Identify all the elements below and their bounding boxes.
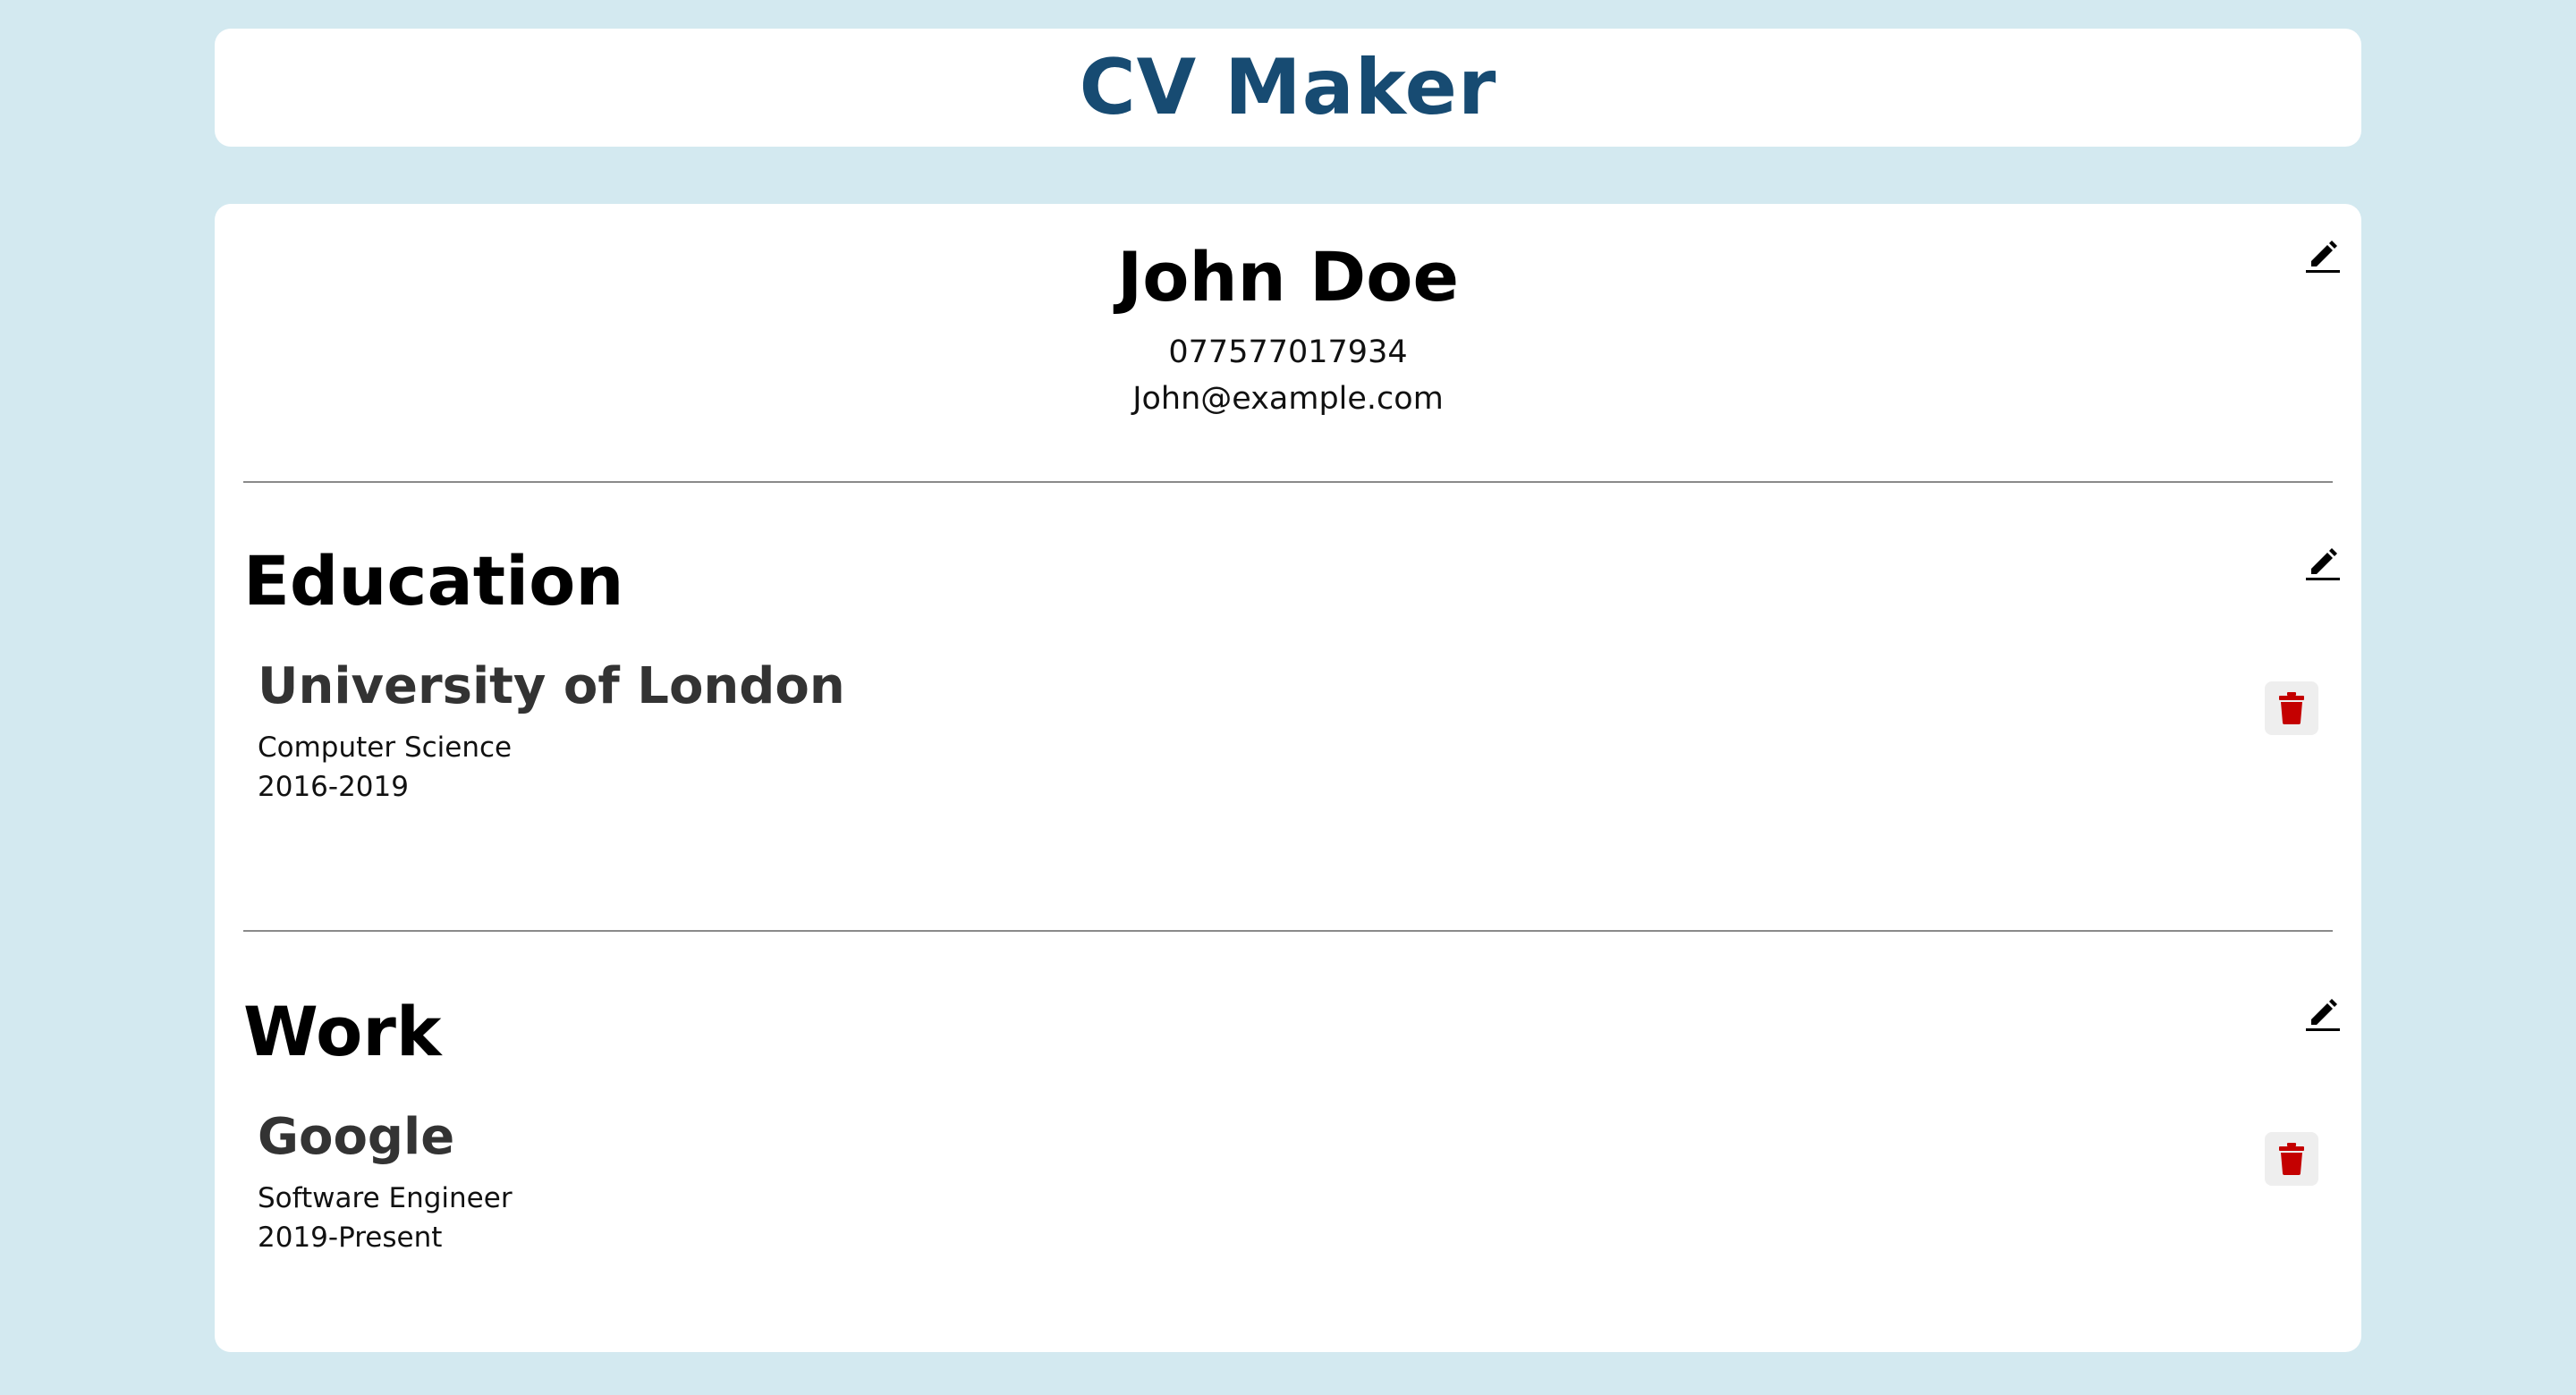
app-title: CV Maker [1079,43,1497,132]
education-section: Education University of London Computer … [243,483,2333,930]
education-heading: Education [243,541,624,621]
education-entry: University of London Computer Science 20… [258,657,2333,810]
person-phone: 077577017934 [1168,334,1408,370]
edit-work-button[interactable] [2299,989,2345,1036]
pencil-icon [2306,241,2340,273]
personal-section: John Doe 077577017934 John@example.com [243,204,2333,481]
delete-work-button[interactable] [2265,1132,2318,1186]
work-section: Work Google Software Engineer 2019-Prese… [243,932,2333,1352]
pencil-icon [2306,999,2340,1031]
work-heading: Work [243,992,442,1071]
education-school: University of London [258,657,845,715]
work-company: Google [258,1108,455,1166]
delete-education-button[interactable] [2265,681,2318,735]
work-position: Software Engineer [258,1182,513,1214]
work-entry: Google Software Engineer 2019-Present [258,1108,2333,1261]
trash-icon [2279,692,2304,724]
education-subject: Computer Science [258,731,513,764]
education-years: 2016-2019 [258,771,409,803]
cv-card: John Doe 077577017934 John@example.com E… [215,204,2361,1352]
app-header: CV Maker [215,29,2361,147]
work-years: 2019-Present [258,1222,443,1254]
person-email: John@example.com [1132,381,1444,417]
pencil-icon [2306,548,2340,580]
edit-education-button[interactable] [2299,538,2345,585]
person-name: John Doe [1116,237,1459,317]
edit-personal-button[interactable] [2299,231,2345,277]
trash-icon [2279,1143,2304,1175]
